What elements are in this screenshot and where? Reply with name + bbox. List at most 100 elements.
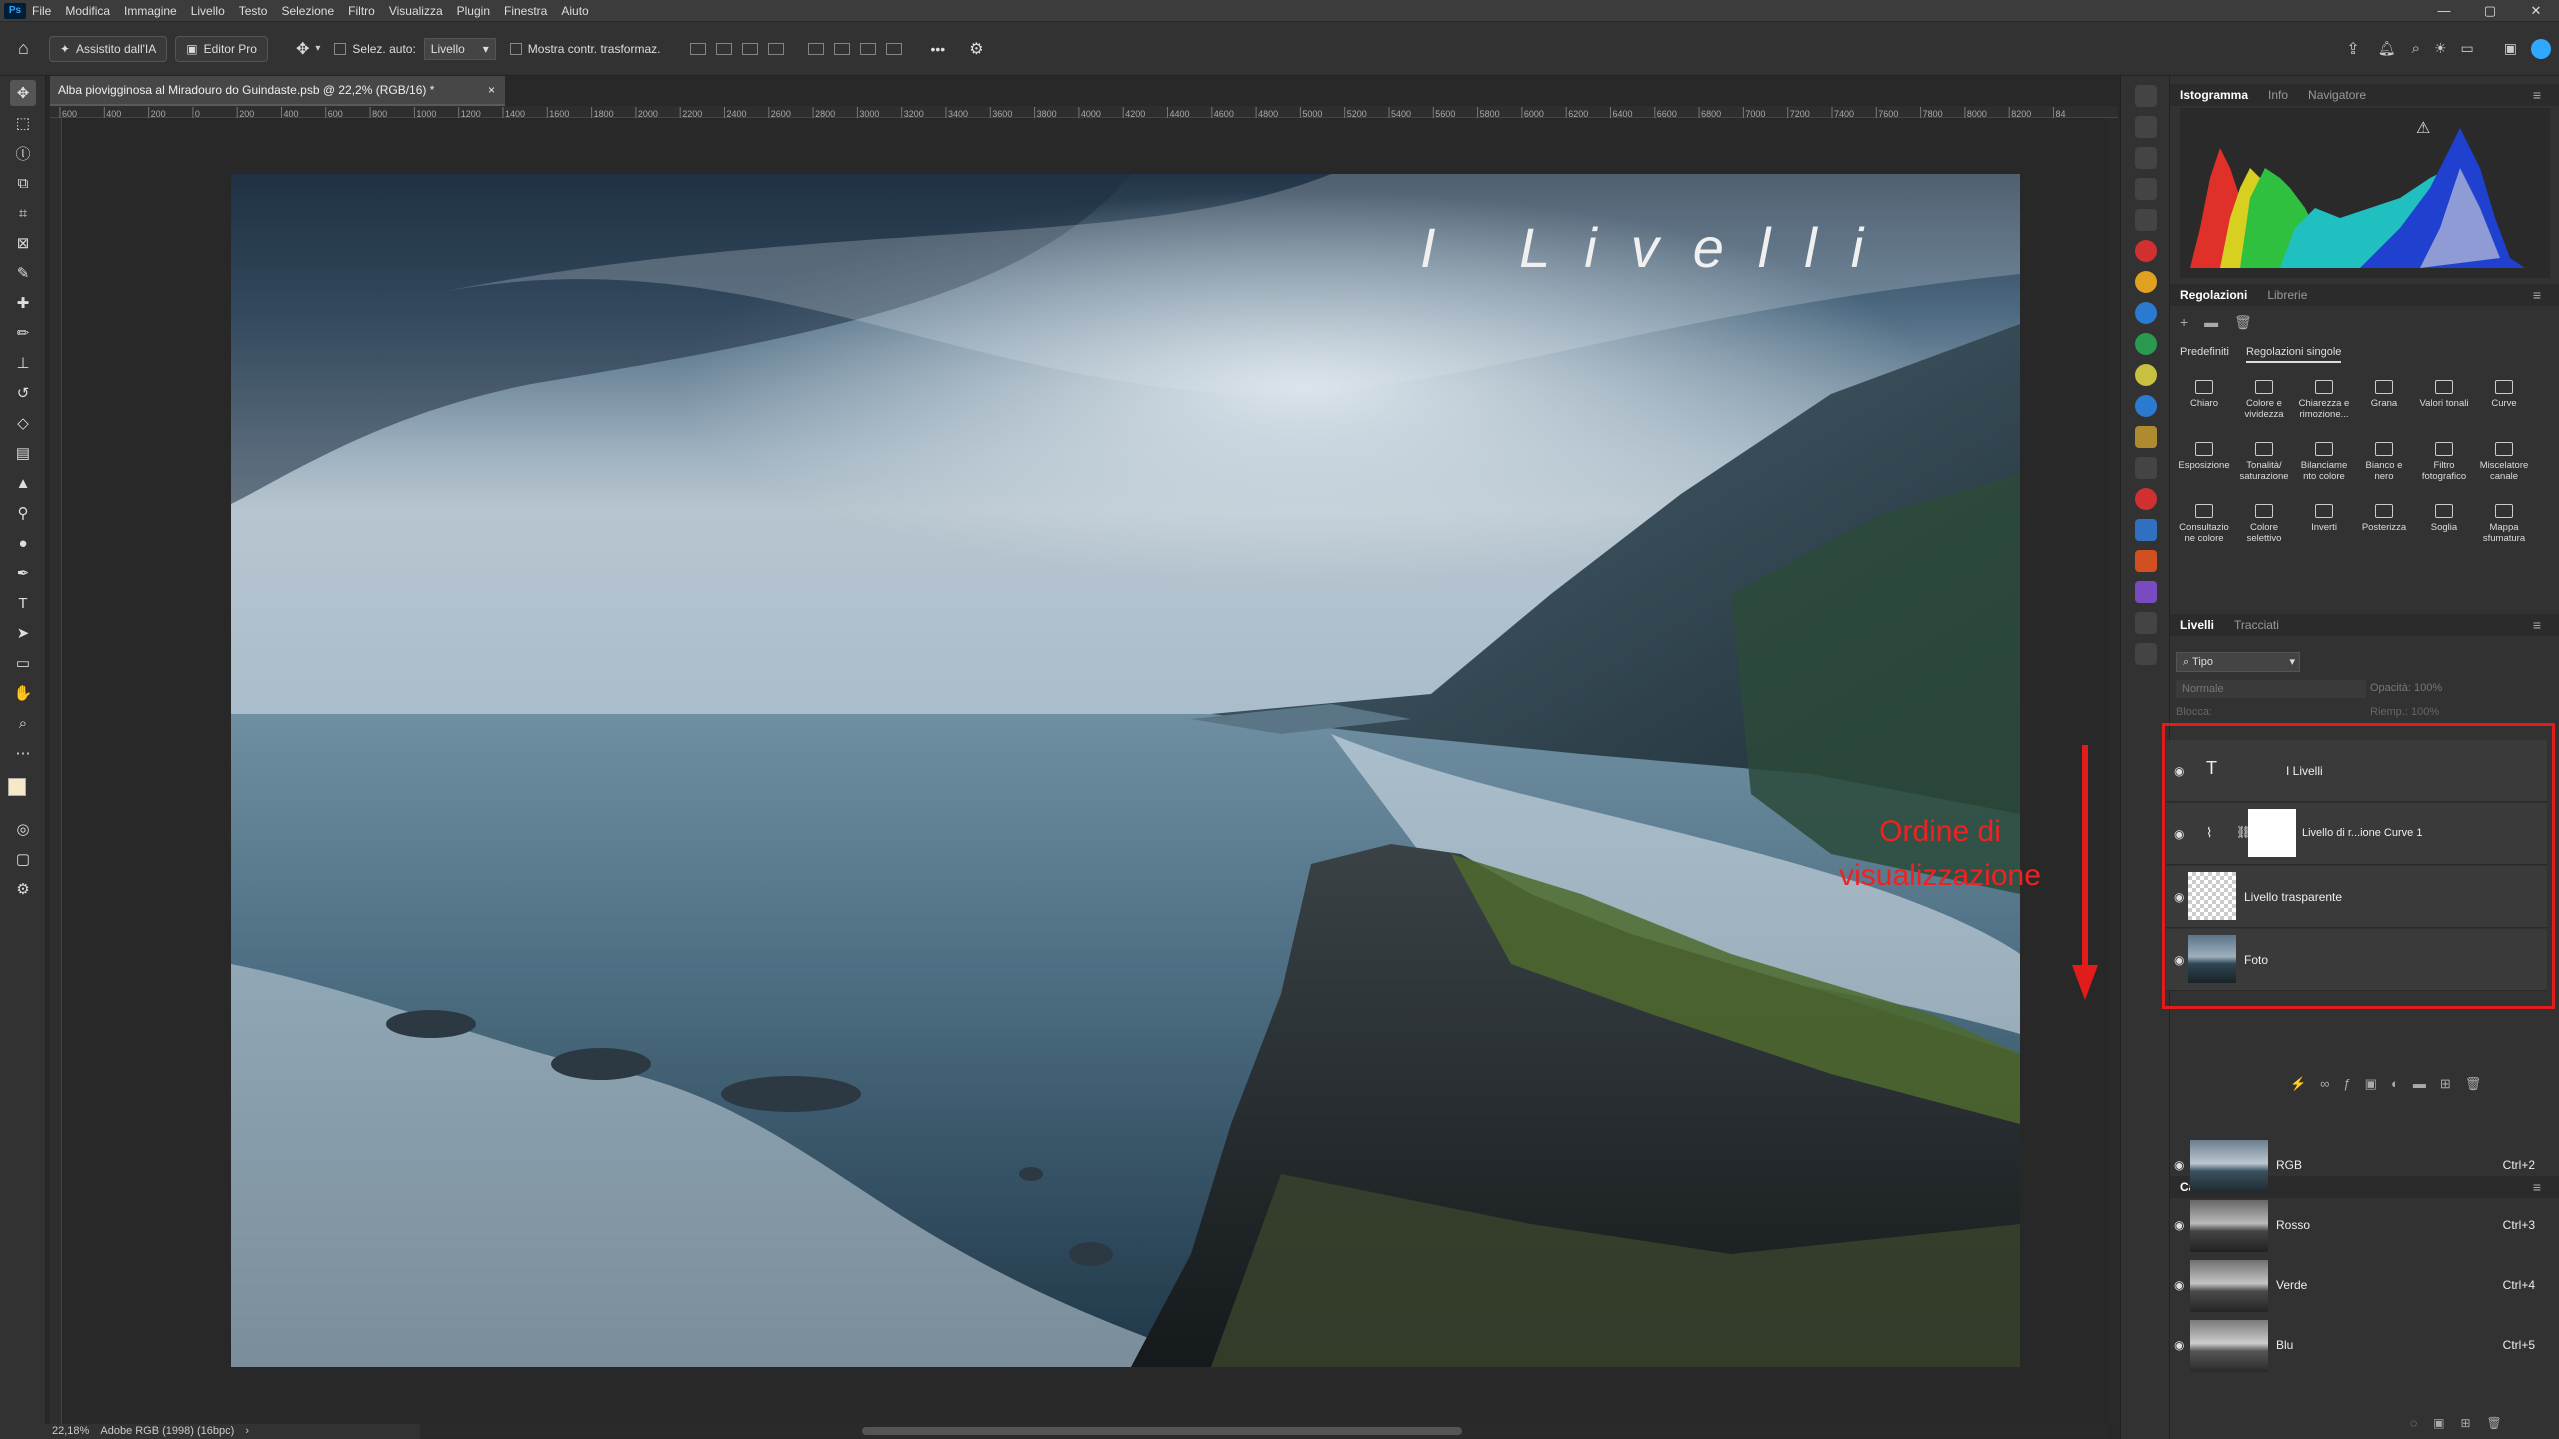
move-tool-icon[interactable]: ✥ bbox=[296, 39, 309, 59]
chevron-down-icon[interactable]: ▾ bbox=[315, 43, 320, 54]
brush-settings-icon[interactable] bbox=[2135, 116, 2157, 138]
menu-livello[interactable]: Livello bbox=[191, 4, 225, 18]
adjustment-button[interactable]: Posterizza bbox=[2356, 504, 2412, 533]
menu-finestra[interactable]: Finestra bbox=[504, 4, 547, 18]
quick-mask-icon[interactable]: ◎ bbox=[10, 816, 36, 842]
layer-row-photo[interactable]: ◉ Foto bbox=[2166, 929, 2547, 991]
brush-tool-icon[interactable]: ✏ bbox=[10, 320, 36, 346]
pen-tool-icon[interactable]: ✒ bbox=[10, 560, 36, 586]
plugin-orange-icon[interactable] bbox=[2135, 550, 2157, 572]
warning-icon[interactable]: ⚠ bbox=[2416, 118, 2430, 138]
add-icon[interactable]: + bbox=[2180, 314, 2188, 330]
color-wheel-icon[interactable] bbox=[2135, 364, 2157, 386]
plugin-blue3-icon[interactable] bbox=[2135, 519, 2157, 541]
tab-tracciati[interactable]: Tracciati bbox=[2234, 618, 2279, 632]
folder-icon[interactable]: ▬ bbox=[2204, 314, 2218, 330]
menu-modifica[interactable]: Modifica bbox=[65, 4, 110, 18]
eye-icon[interactable]: ◉ bbox=[2174, 827, 2184, 841]
eye-icon[interactable]: ◉ bbox=[2174, 890, 2184, 904]
cloud-icon[interactable]: ▣ bbox=[2504, 40, 2517, 57]
align-right-icon[interactable] bbox=[742, 42, 759, 55]
subtab-regolazioni-singole[interactable]: Regolazioni singole bbox=[2245, 346, 2342, 363]
zoom-sponge-icon[interactable]: ● bbox=[10, 530, 36, 556]
adjustment-button[interactable]: Filtro fotografico bbox=[2416, 442, 2472, 482]
fill-value[interactable]: 100% bbox=[2411, 706, 2439, 718]
frame-tool-icon[interactable]: ⊠ bbox=[10, 230, 36, 256]
foreground-color[interactable] bbox=[8, 778, 26, 796]
plugin-red2-icon[interactable] bbox=[2135, 488, 2157, 510]
eye-icon[interactable]: ◉ bbox=[2174, 953, 2184, 967]
home-icon[interactable]: ⌂ bbox=[18, 38, 29, 59]
panel-menu-icon[interactable]: ≡ bbox=[2533, 287, 2541, 303]
channel-row-verde[interactable]: ◉ Verde Ctrl+4 bbox=[2166, 1256, 2547, 1316]
menu-plugin[interactable]: Plugin bbox=[457, 4, 490, 18]
eye-icon[interactable]: ◉ bbox=[2174, 764, 2184, 778]
gear-icon[interactable]: ⚙ bbox=[969, 39, 983, 59]
align-top-icon[interactable] bbox=[808, 42, 825, 55]
search-icon[interactable]: ⌕ bbox=[2412, 40, 2420, 57]
align-middle-icon[interactable] bbox=[834, 42, 851, 55]
adjustment-button[interactable]: Colore selettivo bbox=[2236, 504, 2292, 544]
adjustment-button[interactable]: Curve bbox=[2476, 380, 2532, 409]
history-icon[interactable] bbox=[2135, 85, 2157, 107]
crop-tool-icon[interactable]: ⌗ bbox=[10, 200, 36, 226]
scroll-thumb[interactable] bbox=[862, 1427, 1462, 1435]
more-options-icon[interactable]: ••• bbox=[930, 41, 945, 57]
panel-menu-icon[interactable]: ≡ bbox=[2533, 617, 2541, 633]
close-tab-icon[interactable]: × bbox=[488, 83, 495, 97]
channels-footer-icons[interactable]: ◌▣⊞🗑︎ bbox=[2410, 1416, 2518, 1430]
align-left-icon[interactable] bbox=[690, 42, 707, 55]
ai-assist-button[interactable]: ✦ Assistito dall'IA bbox=[48, 35, 168, 62]
eyedropper-icon[interactable]: ✎ bbox=[10, 260, 36, 286]
rectangle-tool-icon[interactable]: ▭ bbox=[10, 650, 36, 676]
dodge-tool-icon[interactable]: ⚲ bbox=[10, 500, 36, 526]
auto-select-checkbox[interactable]: Selez. auto: bbox=[334, 42, 416, 56]
plugin-blue2-icon[interactable] bbox=[2135, 395, 2157, 417]
editor-pro-button[interactable]: ▣ Editor Pro bbox=[175, 35, 268, 62]
hand-tool-icon[interactable]: ✋ bbox=[10, 680, 36, 706]
sliders-icon[interactable] bbox=[2135, 643, 2157, 665]
align-bottom-icon[interactable] bbox=[860, 42, 877, 55]
menu-selezione[interactable]: Selezione bbox=[281, 4, 334, 18]
adjustment-button[interactable]: Tonalità/saturazione bbox=[2236, 442, 2292, 482]
menu-immagine[interactable]: Immagine bbox=[124, 4, 177, 18]
adjustment-button[interactable]: Esposizione bbox=[2176, 442, 2232, 471]
share-icon[interactable]: ⇪ bbox=[2346, 39, 2359, 59]
adjustment-button[interactable]: Valori tonali bbox=[2416, 380, 2472, 409]
path-select-icon[interactable]: ➤ bbox=[10, 620, 36, 646]
adjustment-button[interactable]: Inverti bbox=[2296, 504, 2352, 533]
menu-visualizza[interactable]: Visualizza bbox=[389, 4, 443, 18]
auto-select-dropdown[interactable]: Livello ▾ bbox=[423, 37, 496, 60]
history-brush-icon[interactable]: ↺ bbox=[10, 380, 36, 406]
adjustment-button[interactable]: Colore e vividezza bbox=[2236, 380, 2292, 420]
eye-icon[interactable]: ◉ bbox=[2174, 1218, 2184, 1232]
tab-navigatore[interactable]: Navigatore bbox=[2308, 88, 2366, 102]
plugin-green-icon[interactable] bbox=[2135, 333, 2157, 355]
adjustment-button[interactable]: Chiaro bbox=[2176, 380, 2232, 409]
plugin-purple-icon[interactable] bbox=[2135, 581, 2157, 603]
distribute-icon[interactable] bbox=[768, 42, 785, 55]
object-select-icon[interactable]: ⧉ bbox=[10, 170, 36, 196]
menu-filtro[interactable]: Filtro bbox=[348, 4, 375, 18]
healing-brush-icon[interactable]: ✚ bbox=[10, 290, 36, 316]
adjustment-button[interactable]: Grana bbox=[2356, 380, 2412, 409]
channel-row-rgb[interactable]: ◉ RGB Ctrl+2 bbox=[2166, 1136, 2547, 1196]
tab-istogramma[interactable]: Istogramma bbox=[2180, 88, 2248, 102]
adjustment-button[interactable]: Soglia bbox=[2416, 504, 2472, 533]
marquee-tool-icon[interactable]: ⬚ bbox=[10, 110, 36, 136]
subtab-predefiniti[interactable]: Predefiniti bbox=[2180, 346, 2229, 358]
adjustment-button[interactable]: Miscelatore canale bbox=[2476, 442, 2532, 482]
blur-tool-icon[interactable]: ▲ bbox=[10, 470, 36, 496]
layer-row-transparent[interactable]: ◉ Livello trasparente bbox=[2166, 866, 2547, 928]
blend-mode-dropdown[interactable]: Normale bbox=[2176, 680, 2366, 698]
tab-info[interactable]: Info bbox=[2268, 88, 2288, 102]
clone-stamp-icon[interactable]: ⊥ bbox=[10, 350, 36, 376]
menu-testo[interactable]: Testo bbox=[239, 4, 268, 18]
opacity-control[interactable]: Opacità: 100% bbox=[2370, 682, 2442, 694]
align-center-icon[interactable] bbox=[716, 42, 733, 55]
workspace-icon[interactable]: ▭ bbox=[2461, 40, 2474, 57]
opacity-value[interactable]: 100% bbox=[2414, 682, 2442, 694]
zoom-level[interactable]: 22,18% bbox=[52, 1425, 89, 1437]
adjustment-button[interactable]: Chiarezza e rimozione... bbox=[2296, 380, 2352, 420]
plugin-yellow-icon[interactable] bbox=[2135, 271, 2157, 293]
